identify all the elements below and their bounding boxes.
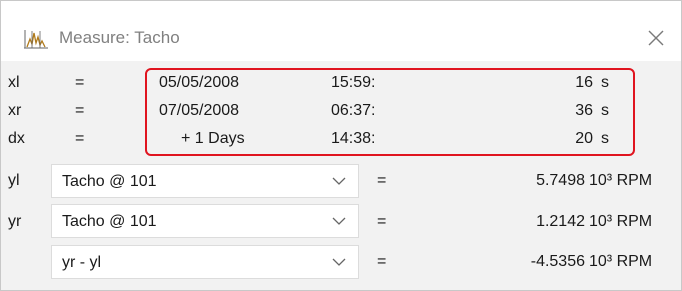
close-icon[interactable] <box>641 23 671 53</box>
measured-value: 5.7498 <box>536 172 585 189</box>
row-label: yl <box>8 172 20 189</box>
row-label: dx <box>8 130 25 147</box>
chevron-down-icon <box>332 177 346 185</box>
row-label: xr <box>8 102 22 119</box>
value-unit: 10³ RPM <box>589 253 653 270</box>
measured-value: 1.2142 <box>536 213 585 230</box>
equals-sign: = <box>75 74 85 91</box>
equals-sign: = <box>75 102 85 119</box>
equals-sign: = <box>377 172 387 189</box>
measure-window: Measure: Tacho xl = 05/05/2008 15:59: 16… <box>0 0 682 291</box>
measure-chart-icon <box>24 30 48 49</box>
channel-select-diff[interactable]: yr - yl <box>51 245 359 279</box>
title-bar: Measure: Tacho <box>1 1 681 61</box>
channel-select-yr[interactable]: Tacho @ 101 <box>51 204 359 238</box>
highlight-box <box>145 68 635 156</box>
window-title: Measure: Tacho <box>59 28 180 47</box>
value-unit: 10³ RPM <box>589 213 653 230</box>
channel-select-value: yr - yl <box>62 254 102 271</box>
chevron-down-icon <box>332 217 346 225</box>
equals-sign: = <box>377 213 387 230</box>
channel-select-value: Tacho @ 101 <box>62 213 157 230</box>
channel-select-yl[interactable]: Tacho @ 101 <box>51 164 359 198</box>
measured-value: -4.5356 <box>530 253 585 270</box>
equals-sign: = <box>377 253 387 270</box>
row-label: xl <box>8 74 20 91</box>
channel-select-value: Tacho @ 101 <box>62 173 157 190</box>
chevron-down-icon <box>332 258 346 266</box>
value-unit: 10³ RPM <box>589 172 653 189</box>
equals-sign: = <box>75 130 85 147</box>
row-label: yr <box>8 213 22 230</box>
